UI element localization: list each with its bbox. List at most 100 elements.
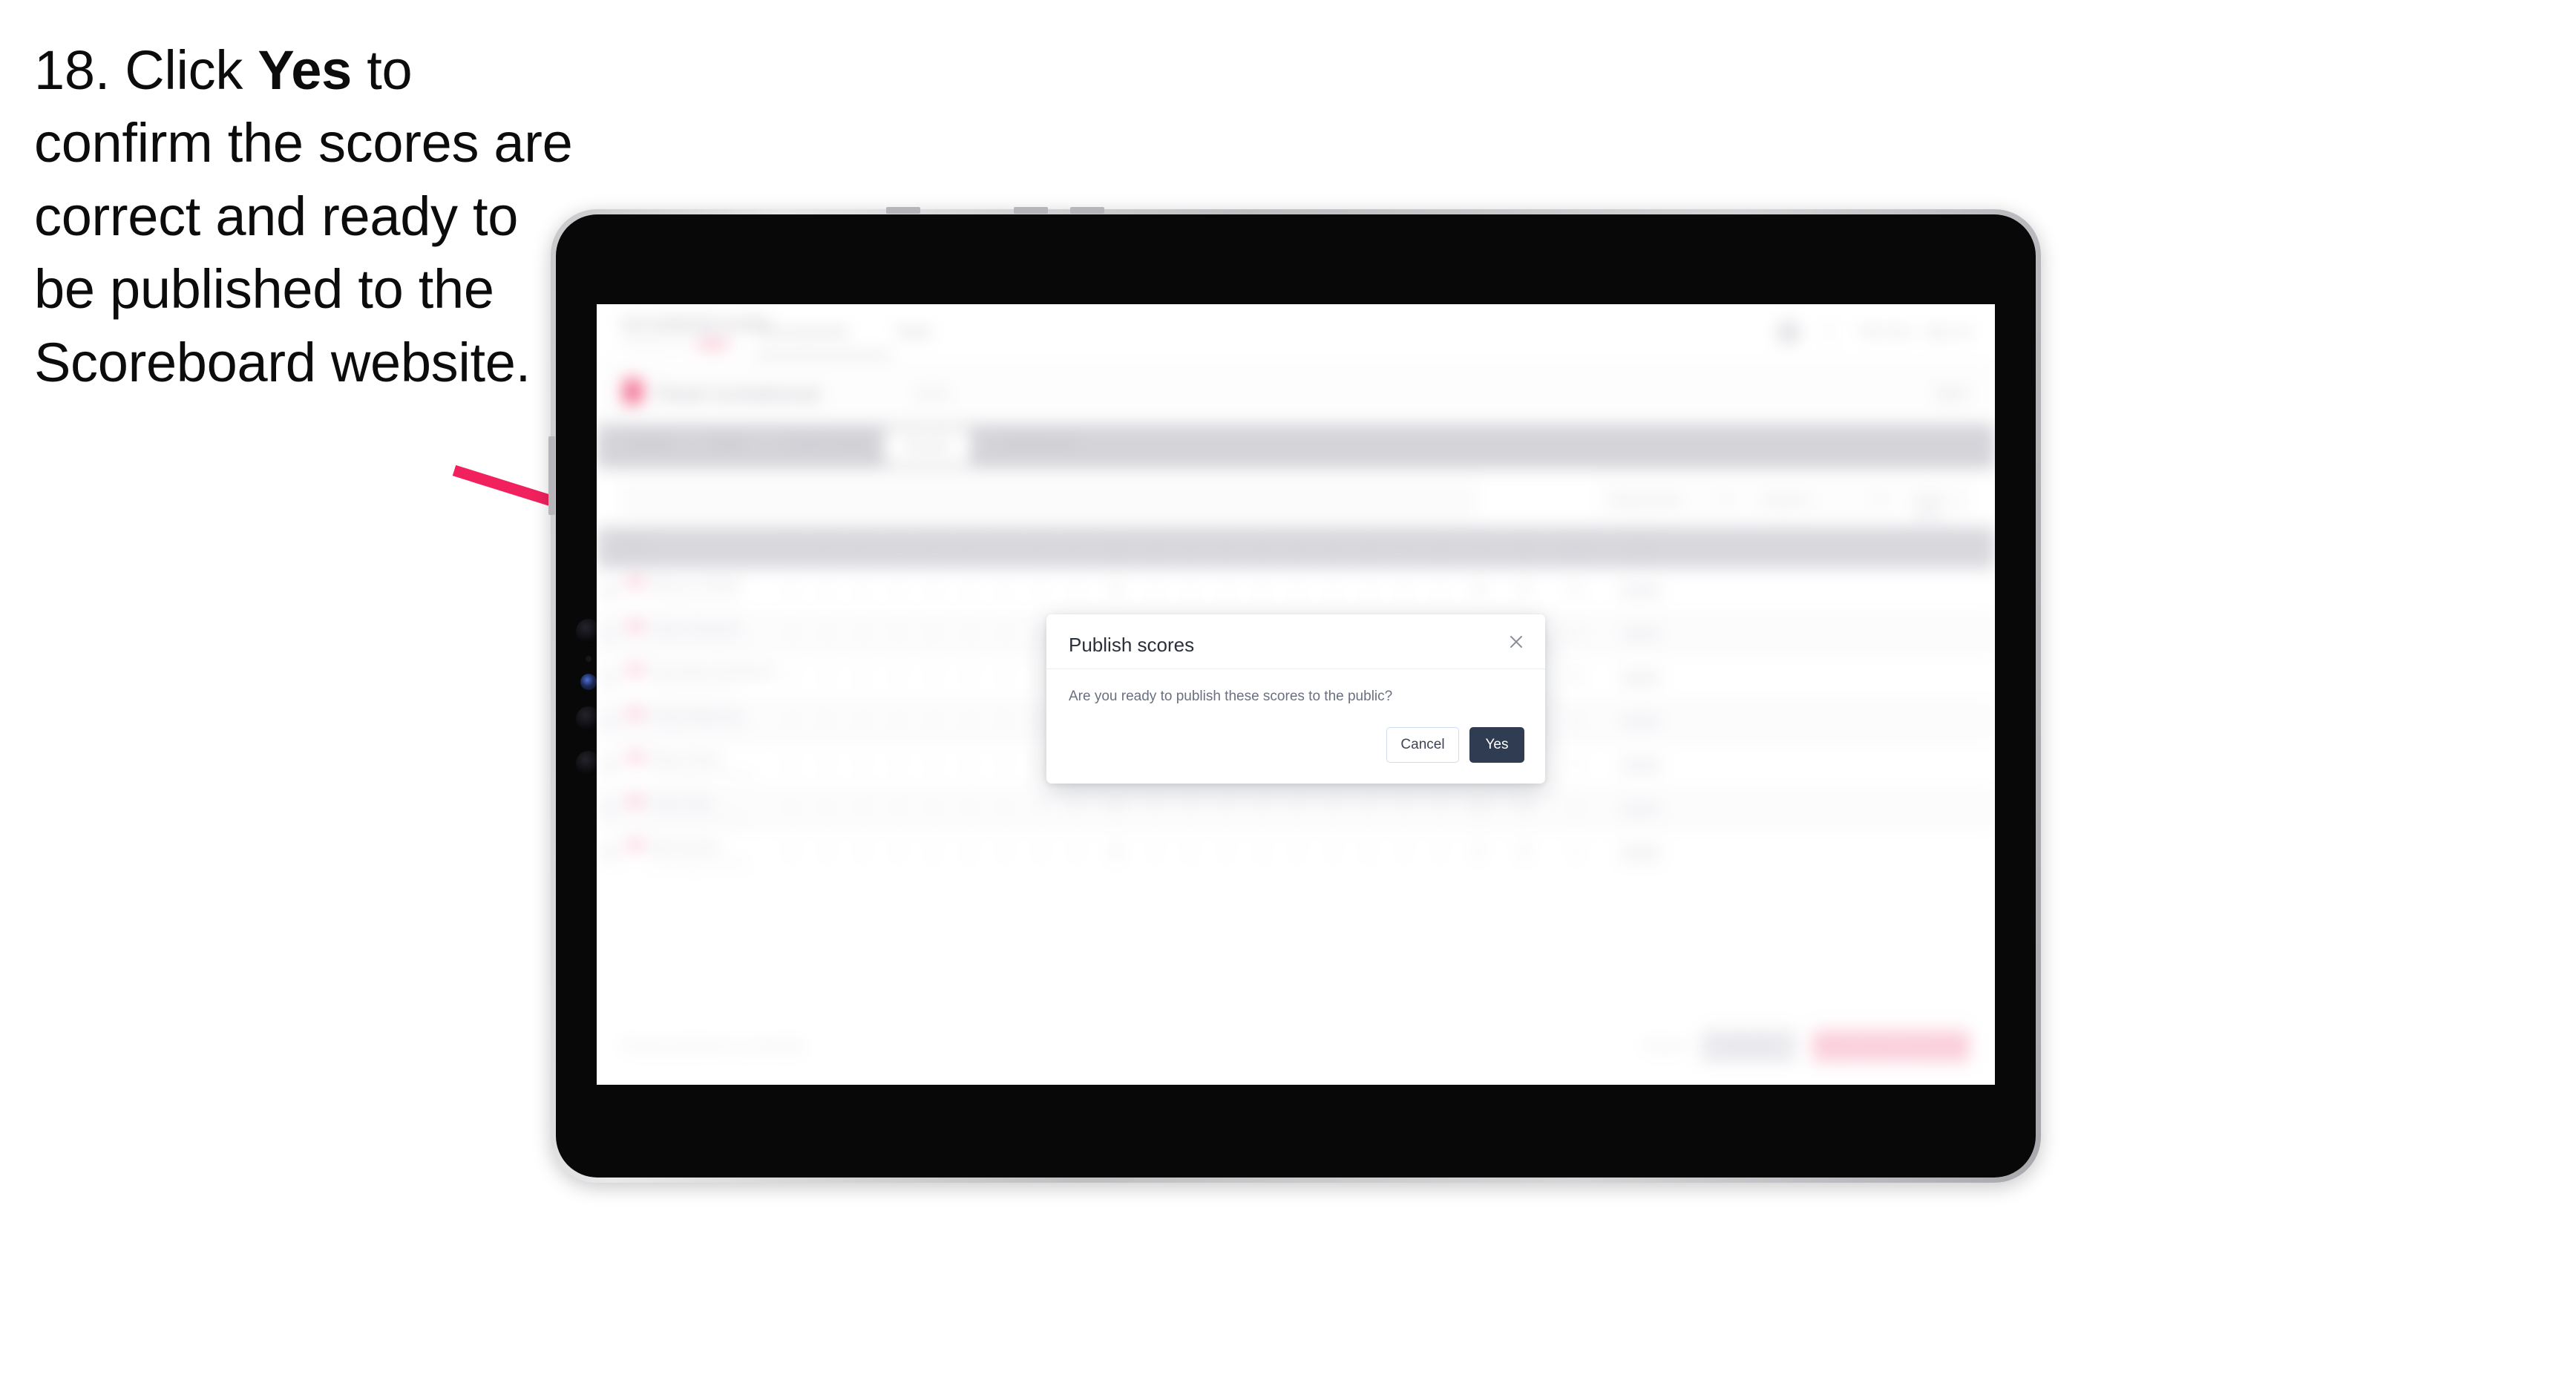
device-side-button[interactable] <box>548 436 555 515</box>
cancel-button[interactable]: Cancel <box>1386 727 1459 763</box>
hole-score-cell[interactable]: 4 <box>1137 583 1173 597</box>
device-top-button-1[interactable] <box>886 207 920 214</box>
hole-score-cell[interactable]: 4 <box>1208 802 1244 815</box>
hole-score-cell[interactable]: 4 <box>845 715 880 728</box>
select-round[interactable]: Round 1 <box>1751 484 1894 515</box>
hole-score-cell[interactable]: 4 <box>987 758 1023 772</box>
device-top-button-3[interactable] <box>1070 207 1104 214</box>
row-checkbox[interactable] <box>603 714 617 729</box>
back-link[interactable]: Back <box>1937 386 1968 402</box>
row-checkbox[interactable] <box>603 758 617 772</box>
grand-total-cell[interactable]: 73 <box>1501 802 1547 815</box>
hole-score-cell[interactable]: 5 <box>987 715 1023 728</box>
save-all-button[interactable]: Save All <box>1701 1030 1796 1063</box>
avatar[interactable] <box>1777 321 1800 344</box>
hole-score-cell[interactable]: 4 <box>951 802 987 815</box>
row-checkbox[interactable] <box>603 845 617 860</box>
device-top-button-2[interactable] <box>1014 207 1048 214</box>
publish-scores-button[interactable]: Publish scores to Scoreboard <box>1812 1030 1970 1063</box>
hole-score-cell[interactable]: 4 <box>809 802 845 815</box>
score-to-par-cell[interactable]: +1 <box>1547 846 1605 859</box>
nav-link-tournaments[interactable]: Tournaments <box>758 323 848 341</box>
hole-score-cell[interactable]: 4 <box>809 758 845 772</box>
hole-score-cell[interactable]: 4 <box>987 846 1023 859</box>
hole-score-cell[interactable]: 4 <box>916 583 951 597</box>
hole-score-cell[interactable]: 4 <box>1137 846 1173 859</box>
table-row[interactable]: Noah Whit Harborview Golf Club 4 4 3 5 4 4 4 4 5 37… <box>597 787 1995 831</box>
hole-score-cell[interactable]: 5 <box>880 802 916 815</box>
hole-score-cell[interactable]: 5 <box>1422 802 1458 815</box>
yes-button[interactable]: Yes <box>1469 727 1524 763</box>
hole-score-cell[interactable]: 3 <box>916 715 951 728</box>
hole-score-cell[interactable]: 4 <box>1386 846 1422 859</box>
hole-score-cell[interactable]: 4 <box>1315 846 1351 859</box>
in-total-cell[interactable]: 37 <box>1458 846 1501 859</box>
hole-score-cell[interactable]: 4 <box>1279 846 1315 859</box>
tab-leaderboard[interactable]: Leaderboard <box>993 436 1082 452</box>
hole-score-cell[interactable]: 4 <box>916 758 951 772</box>
score-to-par-cell[interactable]: Par <box>1547 583 1605 597</box>
hole-score-cell[interactable]: 4 <box>845 627 880 640</box>
hole-score-cell[interactable]: 3 <box>1351 583 1386 597</box>
score-to-par-cell[interactable]: +1 <box>1547 758 1605 772</box>
hole-score-cell[interactable]: 4 <box>1058 846 1094 859</box>
hole-score-cell[interactable]: 4 <box>1279 583 1315 597</box>
table-row[interactable]: Marcus Tanaka Crestview Golf Club 4 3 5 4 4 3 5 4… <box>597 568 1995 612</box>
header-signout-link[interactable]: Sign out <box>1925 324 1971 339</box>
hole-score-cell[interactable]: 4 <box>1351 802 1386 815</box>
hole-score-cell[interactable]: 3 <box>773 671 809 684</box>
hole-score-cell[interactable]: 4 <box>1023 846 1058 859</box>
hole-score-cell[interactable]: 4 <box>880 583 916 597</box>
row-checkbox[interactable] <box>603 801 617 816</box>
out-total-cell[interactable]: 37 <box>1094 802 1137 815</box>
tab-details[interactable]: Details <box>623 436 675 452</box>
hole-score-cell[interactable]: 3 <box>951 758 987 772</box>
hole-score-cell[interactable]: 3 <box>951 846 987 859</box>
hole-score-cell[interactable]: 4 <box>951 671 987 684</box>
score-to-par-cell[interactable]: +1 <box>1547 715 1605 728</box>
out-total-cell[interactable]: 36 <box>1094 583 1137 597</box>
hole-score-cell[interactable]: 4 <box>880 671 916 684</box>
hole-score-cell[interactable]: 5 <box>845 671 880 684</box>
hole-score-cell[interactable]: 4 <box>773 846 809 859</box>
hole-score-cell[interactable]: 3 <box>951 583 987 597</box>
row-checkbox[interactable] <box>603 670 617 685</box>
hole-score-cell[interactable]: 5 <box>809 715 845 728</box>
out-total-cell[interactable]: 36 <box>1094 846 1137 859</box>
hole-score-cell[interactable]: 5 <box>1386 583 1422 597</box>
hole-score-cell[interactable]: 4 <box>1422 583 1458 597</box>
score-to-par-cell[interactable]: Par <box>1547 627 1605 640</box>
hole-score-cell[interactable]: 5 <box>773 758 809 772</box>
hole-score-cell[interactable]: 3 <box>809 583 845 597</box>
hole-score-cell[interactable]: 4 <box>1023 583 1058 597</box>
footer-cancel-link[interactable]: Cancel <box>1643 1039 1685 1054</box>
hole-score-cell[interactable]: 4 <box>809 627 845 640</box>
tab-course-setup[interactable]: Course Setup <box>779 436 874 452</box>
hole-score-cell[interactable]: 4 <box>773 627 809 640</box>
hole-score-cell[interactable]: 4 <box>1208 846 1244 859</box>
hole-score-cell[interactable]: 4 <box>1023 802 1058 815</box>
hole-score-cell[interactable]: 4 <box>1173 583 1208 597</box>
row-checkbox[interactable] <box>603 582 617 597</box>
hole-score-cell[interactable]: 3 <box>880 627 916 640</box>
hole-score-cell[interactable]: 5 <box>1173 846 1208 859</box>
app-logo[interactable]: SCOREBOARD POWERED BY BETA <box>622 315 771 349</box>
hole-score-cell[interactable]: 5 <box>916 846 951 859</box>
hole-score-cell[interactable]: 5 <box>1244 583 1279 597</box>
hole-score-cell[interactable]: 4 <box>845 758 880 772</box>
hole-score-cell[interactable]: 4 <box>1244 802 1279 815</box>
grand-total-cell[interactable]: 73 <box>1501 846 1547 859</box>
score-to-par-cell[interactable]: +1 <box>1547 802 1605 815</box>
hole-score-cell[interactable]: 4 <box>951 627 987 640</box>
hole-score-cell[interactable]: 3 <box>1244 846 1279 859</box>
hole-score-cell[interactable]: 4 <box>809 671 845 684</box>
nav-link-tools[interactable]: Tools <box>895 323 931 341</box>
grand-total-cell[interactable]: 72 <box>1501 583 1547 597</box>
select-play-by-hole[interactable]: Play by hole <box>1599 484 1740 515</box>
hole-score-cell[interactable]: 4 <box>916 802 951 815</box>
close-icon[interactable] <box>1505 631 1527 653</box>
hole-score-cell[interactable]: 4 <box>1315 802 1351 815</box>
hole-score-cell[interactable]: 4 <box>773 583 809 597</box>
hole-score-cell[interactable]: 4 <box>809 846 845 859</box>
hole-score-cell[interactable]: 4 <box>987 671 1023 684</box>
